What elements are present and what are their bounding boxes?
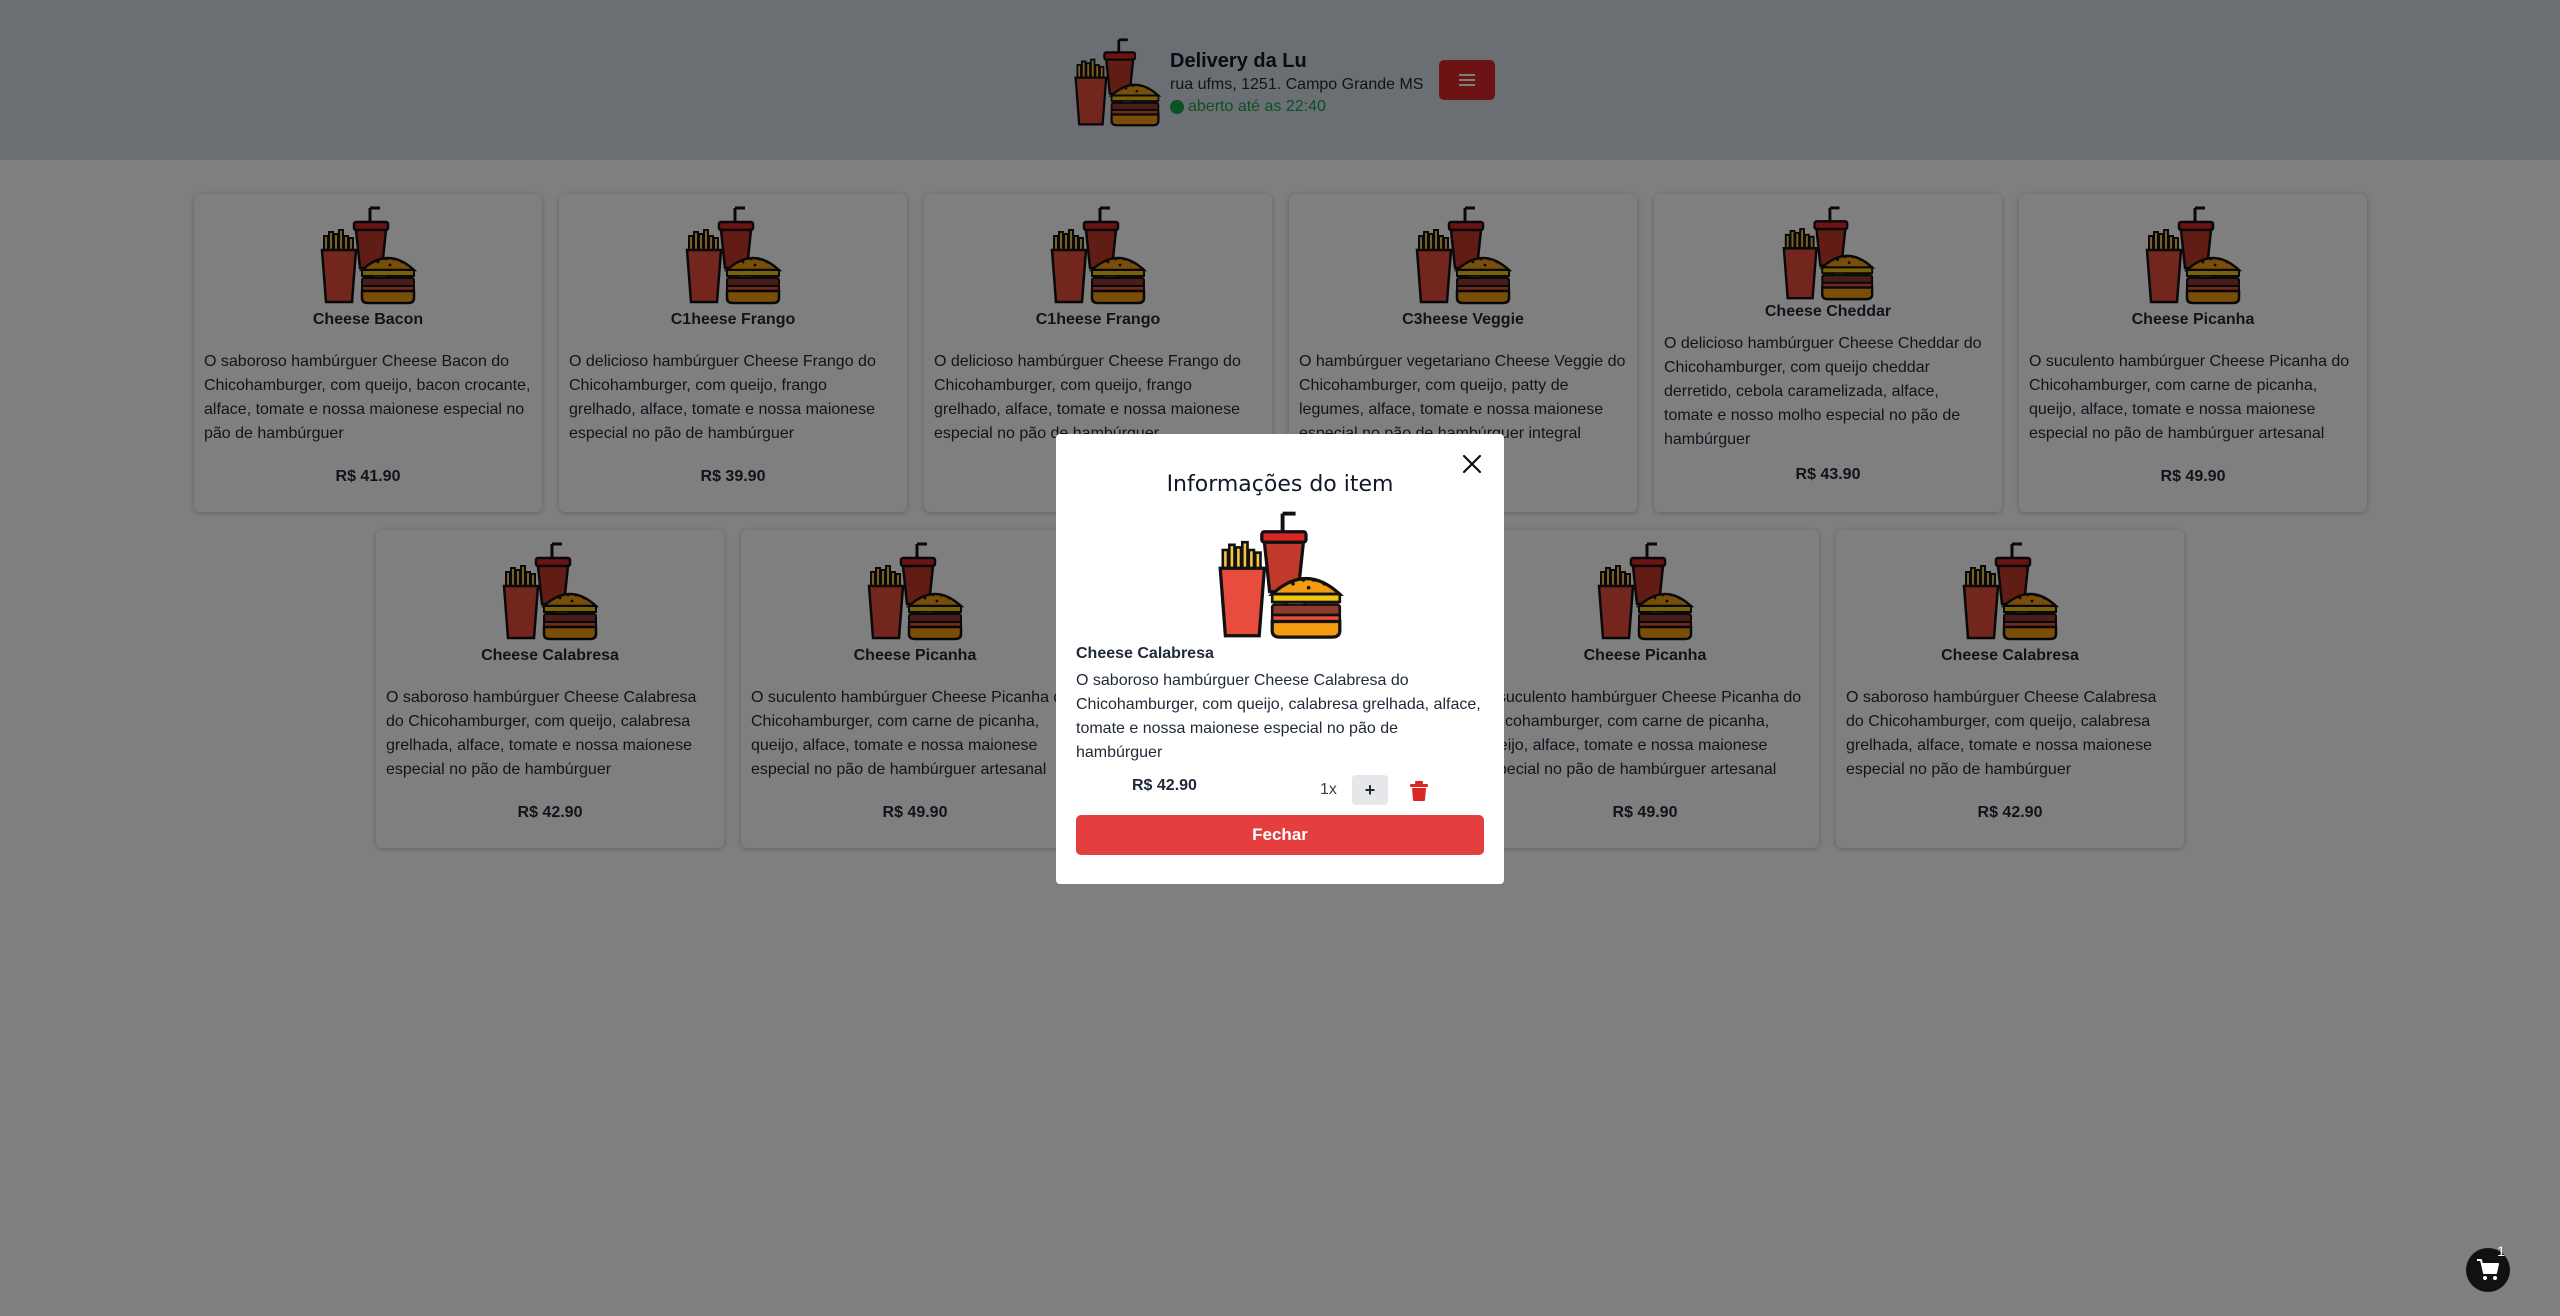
close-icon[interactable]: [1460, 452, 1484, 476]
shopping-cart-icon: [2477, 1259, 2499, 1280]
modal-item-price: R$ 42.90: [1132, 777, 1197, 794]
food-combo-icon: [1215, 511, 1345, 641]
modal-item-description: O saboroso hambúrguer Cheese Calabresa d…: [1076, 672, 1481, 761]
quantity-label: 1x: [1320, 781, 1337, 798]
cart-count-badge: 1: [2497, 1243, 2505, 1259]
modal-item-actions: R$ 42.90 1x +: [1076, 775, 1484, 805]
item-info-modal: Informações do item Cheese Calabresa O s…: [1056, 434, 1504, 884]
modal-title: Informações do item: [1166, 472, 1394, 497]
trash-icon[interactable]: [1410, 781, 1428, 801]
close-modal-button[interactable]: Fechar: [1076, 815, 1484, 855]
increase-quantity-button[interactable]: +: [1352, 775, 1388, 805]
modal-item-name: Cheese Calabresa: [1076, 645, 1214, 662]
